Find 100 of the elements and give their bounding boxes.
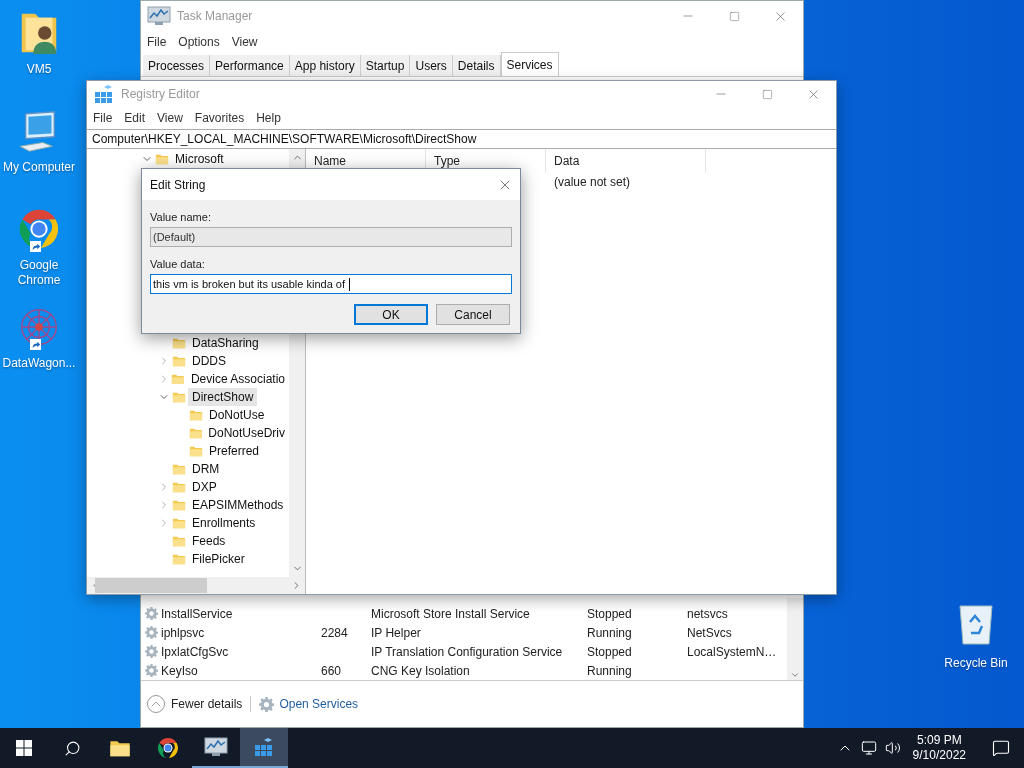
service-description: IP Translation Configuration Service bbox=[371, 644, 563, 659]
scrollbar[interactable] bbox=[787, 598, 803, 680]
fewer-details-button[interactable]: Fewer details bbox=[147, 695, 243, 713]
open-services-link[interactable]: Open Services bbox=[259, 695, 359, 713]
tree-item[interactable]: DXP bbox=[188, 478, 221, 496]
service-group: LocalSystemN… bbox=[687, 644, 777, 659]
window-title: Registry Editor bbox=[121, 86, 200, 103]
menu-item[interactable]: View bbox=[157, 109, 183, 127]
value-data-field[interactable]: this vm is broken but its usable kinda of bbox=[150, 274, 512, 294]
tree-item[interactable]: DirectShow bbox=[188, 388, 258, 406]
tree-item[interactable]: DataSharing bbox=[188, 334, 263, 352]
service-group: NetSvcs bbox=[687, 625, 732, 640]
folder-icon bbox=[172, 462, 186, 476]
tab[interactable]: Details bbox=[452, 55, 501, 76]
menu-item[interactable]: File bbox=[147, 33, 167, 51]
folder-icon bbox=[172, 498, 186, 512]
value-data-cell-text: (value not set) bbox=[553, 174, 631, 191]
tab[interactable]: Services bbox=[500, 52, 559, 76]
tree-item[interactable]: Device Associatio bbox=[186, 370, 289, 388]
gear-icon bbox=[259, 696, 275, 712]
value-name-field[interactable]: (Default) bbox=[150, 227, 512, 247]
tree-item[interactable]: Microsoft bbox=[171, 150, 228, 168]
task-manager-icon bbox=[147, 5, 171, 27]
folder-icon bbox=[172, 534, 186, 548]
maximize-icon bbox=[728, 10, 740, 22]
folder-icon bbox=[189, 444, 203, 458]
menu-item[interactable]: Edit bbox=[124, 109, 146, 127]
menu-item[interactable]: View bbox=[231, 33, 258, 51]
folder-icon bbox=[172, 480, 186, 494]
service-pid: 660 bbox=[321, 663, 342, 678]
gear-icon bbox=[145, 664, 158, 677]
tab[interactable]: Startup bbox=[360, 55, 411, 76]
task-manager-icon bbox=[204, 736, 228, 758]
field-label: Value name: bbox=[150, 210, 212, 224]
folder-icon bbox=[172, 552, 186, 566]
tab[interactable]: App history bbox=[289, 55, 361, 76]
clock[interactable]: 5:09 PM 9/10/2022 bbox=[908, 733, 970, 763]
menu-item[interactable]: Favorites bbox=[194, 109, 245, 127]
menu-item[interactable]: Help bbox=[256, 109, 281, 127]
notification-icon[interactable] bbox=[992, 739, 1010, 757]
gear-icon bbox=[145, 626, 158, 639]
service-group: netsvcs bbox=[687, 606, 728, 621]
service-name: InstallService bbox=[161, 605, 233, 623]
desktop-icon-label[interactable]: My Computer bbox=[1, 160, 77, 175]
cancel-button[interactable]: Cancel bbox=[436, 304, 510, 325]
chrome-icon bbox=[156, 736, 180, 760]
desktop-icon-label[interactable]: Recycle Bin bbox=[944, 654, 1008, 672]
tree-item[interactable]: DoNotUse bbox=[205, 406, 269, 424]
folder-icon bbox=[171, 372, 185, 386]
search-icon bbox=[63, 739, 81, 757]
folder-icon bbox=[189, 408, 203, 422]
tree-item[interactable]: Preferred bbox=[205, 442, 264, 460]
scrollbar[interactable] bbox=[87, 577, 305, 594]
service-name: IpxlatCfgSvc bbox=[161, 643, 229, 661]
tree-item[interactable]: Feeds bbox=[188, 532, 230, 550]
folder-icon bbox=[172, 336, 186, 350]
service-status: Running bbox=[587, 663, 632, 678]
menu-item[interactable]: Options bbox=[178, 33, 220, 51]
address-bar[interactable]: Computer\HKEY_LOCAL_MACHINE\SOFTWARE\Microsoft\DirectShow bbox=[87, 129, 836, 149]
tab[interactable]: Processes bbox=[143, 55, 211, 76]
service-name: KeyIso bbox=[161, 662, 198, 680]
tab[interactable]: Users bbox=[410, 55, 453, 76]
tree-item[interactable]: Enrollments bbox=[188, 514, 260, 532]
scroll-thumb[interactable] bbox=[95, 578, 207, 593]
volume-icon[interactable] bbox=[884, 740, 901, 756]
shortcut-arrow-icon bbox=[30, 339, 41, 350]
tree-item[interactable]: EAPSIMMethods bbox=[188, 496, 288, 514]
service-description: Microsoft Store Install Service bbox=[371, 606, 530, 621]
service-description: CNG Key Isolation bbox=[371, 663, 470, 678]
recycle-bin-icon bbox=[956, 602, 996, 646]
folder-icon bbox=[172, 516, 186, 530]
folder-icon bbox=[155, 152, 169, 166]
service-status: Stopped bbox=[587, 606, 632, 621]
service-status: Stopped bbox=[587, 644, 632, 659]
window-title: Task Manager bbox=[177, 8, 253, 25]
tree-item[interactable]: DoNotUseDriv bbox=[204, 424, 289, 442]
tree-item[interactable]: FilePicker bbox=[188, 550, 249, 568]
folder-icon bbox=[172, 354, 186, 368]
folder-icon bbox=[172, 390, 186, 404]
registry-icon bbox=[93, 83, 115, 105]
dialog-title: Edit String bbox=[150, 176, 206, 194]
service-pid: 2284 bbox=[321, 625, 348, 640]
folder-icon bbox=[188, 426, 203, 440]
service-name: iphlpsvc bbox=[161, 624, 205, 642]
tab[interactable]: Performance bbox=[210, 55, 290, 76]
service-status: Running bbox=[587, 625, 632, 640]
tree-item[interactable]: DDDS bbox=[188, 352, 230, 370]
column-header[interactable]: Data bbox=[546, 149, 706, 173]
field-label: Value data: bbox=[150, 257, 206, 271]
service-description: IP Helper bbox=[371, 625, 421, 640]
gear-icon bbox=[145, 607, 158, 620]
scroll-down-icon[interactable] bbox=[790, 670, 800, 680]
gear-icon bbox=[145, 645, 158, 658]
shortcut-arrow-icon bbox=[30, 241, 41, 252]
windows-logo-icon bbox=[16, 740, 32, 756]
menu-item[interactable]: File bbox=[93, 109, 113, 127]
registry-icon bbox=[253, 736, 275, 758]
ok-button[interactable]: OK bbox=[354, 304, 428, 325]
tree-item[interactable]: DRM bbox=[188, 460, 224, 478]
maximize-icon bbox=[761, 88, 773, 100]
